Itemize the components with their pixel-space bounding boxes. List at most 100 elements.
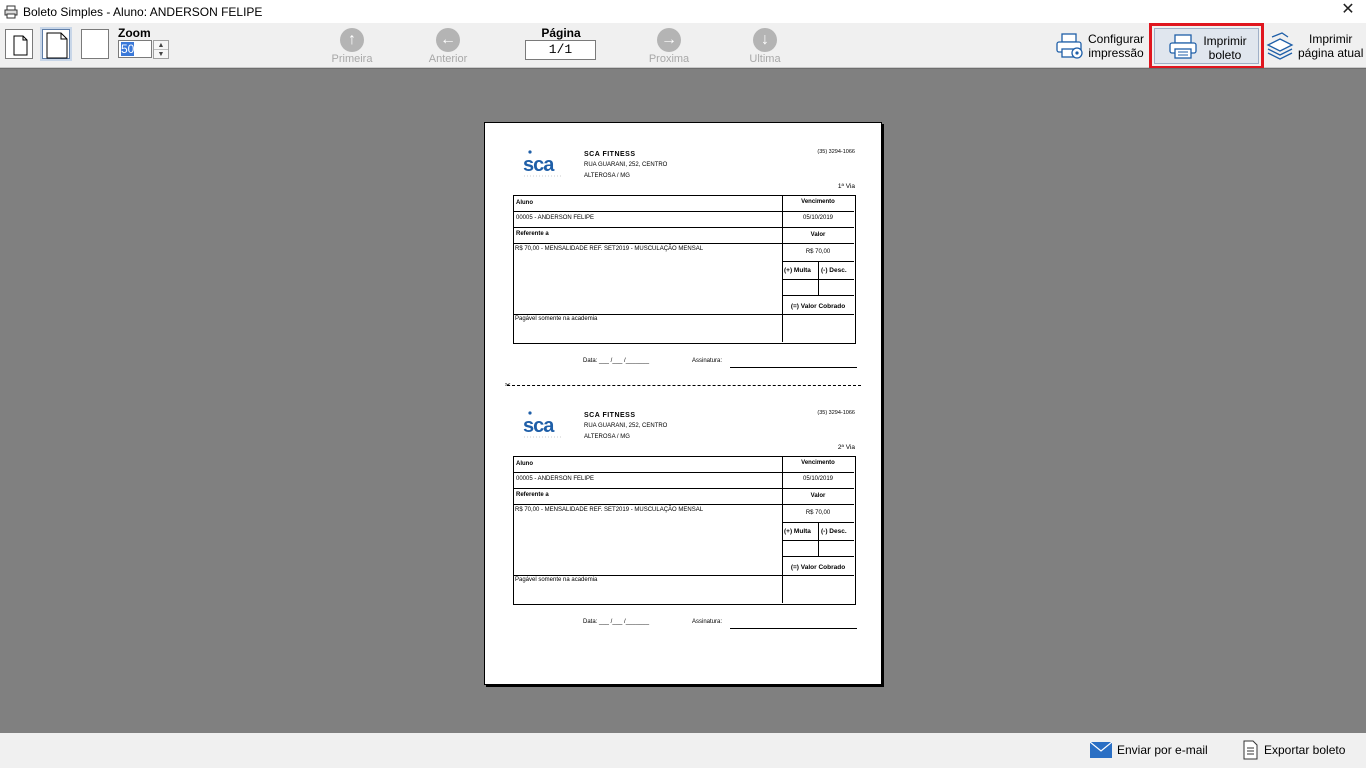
configure-print-label-1: Configurar — [1088, 31, 1145, 46]
arrow-up-icon: ↑ — [340, 28, 364, 52]
vencimento-value: 05/10/2019 — [802, 215, 834, 221]
page-icon — [13, 35, 28, 56]
zoom-stepper[interactable]: ▲ ▼ — [153, 40, 169, 59]
send-email-label: Enviar por e-mail — [1117, 743, 1208, 757]
printer-icon — [1169, 34, 1197, 59]
aluno-label: Aluno — [516, 461, 533, 467]
company-info: SCA FITNESS RUA GUARANI, 252, CENTRO ALT… — [584, 410, 667, 443]
last-page-label: Ultima — [749, 53, 781, 65]
company-info: SCA FITNESS RUA GUARANI, 252, CENTRO ALT… — [584, 149, 667, 182]
company-address-2: ALTEROSA / MG — [584, 434, 630, 440]
company-name: SCA FITNESS — [584, 151, 636, 158]
first-page-button[interactable]: ↑ Primeira — [317, 26, 387, 66]
company-address-2: ALTEROSA / MG — [584, 173, 630, 179]
signature-label: Assinatura: — [692, 358, 723, 364]
first-page-label: Primeira — [331, 53, 373, 65]
page-icon — [46, 32, 68, 59]
previous-page-label: Anterior — [428, 53, 468, 65]
print-page-label-2: página atual — [1298, 45, 1364, 60]
arrow-right-icon: → — [657, 28, 681, 52]
last-page-button[interactable]: ↓ Ultima — [730, 26, 800, 66]
zoom-label: Zoom — [118, 26, 151, 40]
vencimento-label: Vencimento — [801, 460, 835, 466]
boleto-page: sca SCA FITNESS RUA GUARANI, 252, CENTRO… — [484, 122, 882, 685]
previous-page-button[interactable]: ← Anterior — [413, 26, 483, 66]
referente-label: Referente a — [516, 231, 549, 237]
svg-text:sca: sca — [523, 415, 555, 437]
date-field: Data: ___ /___ /_______ — [583, 619, 650, 625]
company-phone: (35) 3294-1066 — [817, 410, 855, 416]
boleto-via-1: sca SCA FITNESS RUA GUARANI, 252, CENTRO… — [513, 149, 857, 379]
signature-line — [730, 367, 857, 368]
export-document-icon — [1243, 740, 1258, 760]
date-field: Data: ___ /___ /_______ — [583, 358, 650, 364]
desc-label: (-) Desc. — [821, 528, 847, 535]
print-boleto-button[interactable]: Imprimir boleto — [1149, 23, 1264, 69]
company-phone: (35) 3294-1066 — [817, 149, 855, 155]
aluno-value: 00005 - ANDERSON FELIPE — [516, 476, 595, 482]
pagavel-text: Pagável somente na academia — [515, 577, 598, 583]
toolbar: Zoom 50 ▲ ▼ ↑ Primeira ← Anterior Página… — [0, 23, 1366, 69]
boleto-table: Aluno Vencimento 00005 - ANDERSON FELIPE… — [513, 456, 856, 605]
print-boleto-label-2: boleto — [1208, 48, 1242, 62]
via-number: 1ª Via — [837, 183, 855, 190]
desc-label: (-) Desc. — [821, 267, 847, 274]
bottom-bar: Enviar por e-mail Exportar boleto — [0, 733, 1366, 768]
spin-up-icon[interactable]: ▲ — [154, 41, 168, 50]
aluno-value: 00005 - ANDERSON FELIPE — [516, 215, 595, 221]
boleto-via-2: sca SCA FITNESS RUA GUARANI, 252, CENTRO… — [513, 410, 857, 640]
pagavel-text: Pagável somente na academia — [515, 316, 598, 322]
referente-value: R$ 70,00 - MENSALIDADE REF. SET2019 - MU… — [515, 507, 704, 513]
sca-logo: sca — [523, 150, 563, 177]
configure-print-button[interactable]: Configurar impressão — [1055, 23, 1144, 68]
page-label: Página — [541, 26, 581, 40]
envelope-icon — [1090, 742, 1112, 758]
print-pages-icon — [1266, 31, 1294, 60]
print-boleto-label-1: Imprimir — [1203, 34, 1247, 48]
configure-print-label-2: impressão — [1088, 45, 1144, 60]
blank-page-zoom-button[interactable] — [81, 29, 109, 59]
signature-line — [730, 628, 857, 629]
window-title: Boleto Simples - Aluno: ANDERSON FELIPE — [23, 4, 263, 19]
multa-label: (+) Multa — [784, 267, 811, 274]
export-boleto-label: Exportar boleto — [1264, 743, 1346, 757]
company-address-1: RUA GUARANI, 252, CENTRO — [584, 162, 668, 168]
valor-value: R$ 70,00 — [805, 249, 831, 255]
valor-cobrado-label: (=) Valor Cobrado — [790, 303, 846, 310]
export-boleto-button[interactable]: Exportar boleto — [1242, 739, 1345, 761]
zoom-input[interactable]: 50 — [118, 40, 152, 58]
referente-value: R$ 70,00 - MENSALIDADE REF. SET2019 - MU… — [515, 246, 704, 252]
boleto-table: Aluno Vencimento 00005 - ANDERSON FELIPE… — [513, 195, 856, 344]
sca-logo: sca — [523, 411, 563, 438]
via-number: 2ª Via — [837, 444, 855, 451]
page-number-field[interactable]: 1/1 — [525, 40, 596, 60]
company-name: SCA FITNESS — [584, 412, 636, 419]
close-icon[interactable]: ✕ — [1340, 2, 1356, 18]
valor-cobrado-label: (=) Valor Cobrado — [790, 564, 846, 571]
svg-text:sca: sca — [523, 154, 555, 176]
valor-label: Valor — [810, 493, 826, 499]
whole-page-zoom-button[interactable] — [42, 29, 70, 59]
title-bar: Boleto Simples - Aluno: ANDERSON FELIPE … — [0, 0, 1366, 23]
valor-value: R$ 70,00 — [805, 510, 831, 516]
print-page-label-1: Imprimir — [1309, 31, 1353, 46]
spin-down-icon[interactable]: ▼ — [154, 50, 168, 59]
aluno-label: Aluno — [516, 200, 533, 206]
cut-line — [507, 385, 861, 386]
next-page-label: Proxima — [648, 53, 690, 65]
referente-label: Referente a — [516, 492, 549, 498]
printer-settings-icon — [1056, 32, 1083, 59]
page-width-zoom-button[interactable] — [5, 29, 33, 59]
signature-label: Assinatura: — [692, 619, 723, 625]
multa-label: (+) Multa — [784, 528, 811, 535]
zoom-value: 50 — [121, 42, 135, 56]
send-email-button[interactable]: Enviar por e-mail — [1090, 739, 1208, 761]
next-page-button[interactable]: → Proxima — [634, 26, 704, 66]
arrow-left-icon: ← — [436, 28, 460, 52]
vencimento-value: 05/10/2019 — [802, 476, 834, 482]
valor-label: Valor — [810, 232, 826, 238]
arrow-down-icon: ↓ — [753, 28, 777, 52]
company-address-1: RUA GUARANI, 252, CENTRO — [584, 423, 668, 429]
print-current-page-button[interactable]: Imprimir página atual — [1264, 23, 1363, 68]
preview-area[interactable]: sca SCA FITNESS RUA GUARANI, 252, CENTRO… — [0, 68, 1366, 733]
